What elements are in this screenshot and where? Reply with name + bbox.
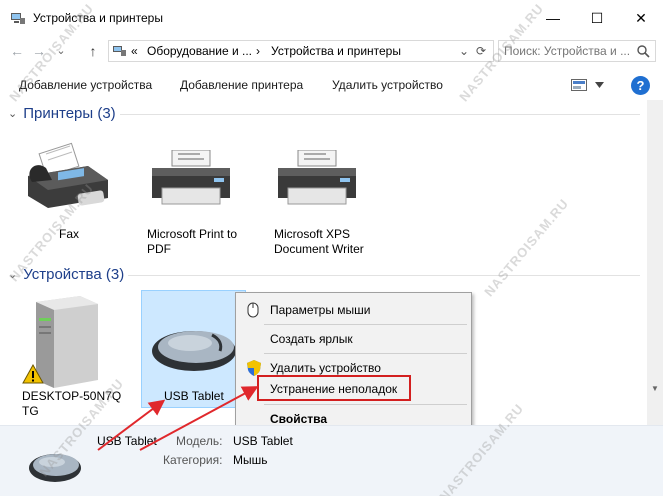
arrow-to-troubleshoot (139, 386, 259, 451)
annotation-arrows (97, 386, 259, 451)
